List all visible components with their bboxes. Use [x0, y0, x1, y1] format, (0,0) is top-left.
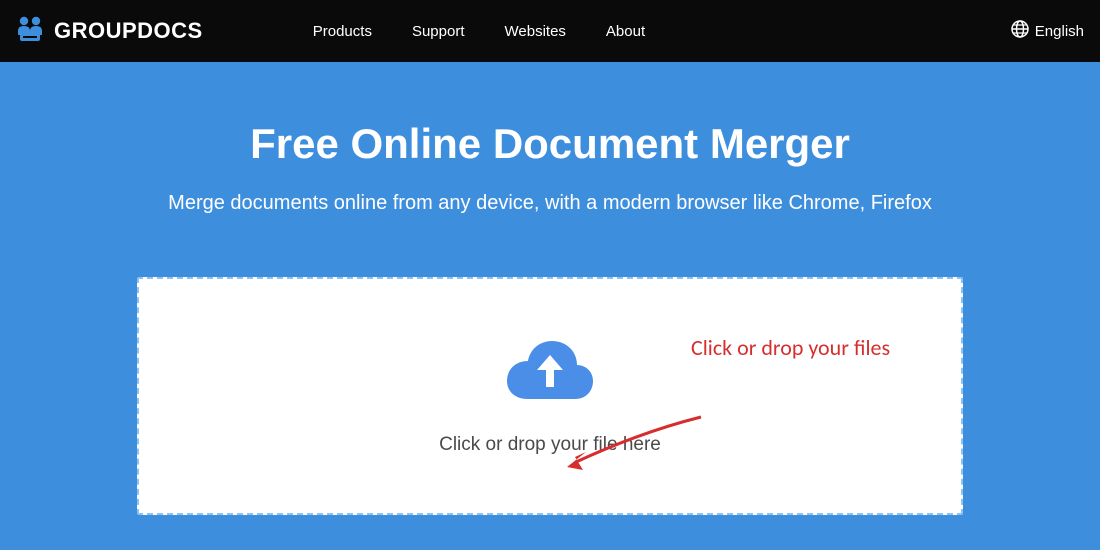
- logo[interactable]: GROUPDOCS: [14, 13, 203, 50]
- globe-icon: [1011, 20, 1029, 42]
- nav-websites[interactable]: Websites: [505, 23, 566, 40]
- nav-products[interactable]: Products: [313, 23, 372, 40]
- nav-about[interactable]: About: [606, 23, 645, 40]
- groupdocs-logo-icon: [14, 13, 46, 50]
- annotation-text: Click or drop your files: [691, 334, 921, 363]
- brand-name: GROUPDOCS: [54, 18, 203, 44]
- page-subtitle: Merge documents online from any device, …: [0, 192, 1100, 215]
- nav-support[interactable]: Support: [412, 23, 465, 40]
- header: GROUPDOCS Products Support Websites Abou…: [0, 0, 1100, 62]
- annotation-overlay: Click or drop your files: [691, 334, 921, 363]
- page-title: Free Online Document Merger: [0, 120, 1100, 168]
- language-label: English: [1035, 23, 1084, 40]
- hero-section: Free Online Document Merger Merge docume…: [0, 62, 1100, 550]
- dropzone-text: Click or drop your file here: [439, 434, 661, 456]
- language-selector[interactable]: English: [1011, 20, 1084, 42]
- file-dropzone[interactable]: Click or drop your file here Click or dr…: [137, 277, 963, 515]
- main-nav: Products Support Websites About: [313, 23, 645, 40]
- cloud-upload-icon: [503, 337, 597, 406]
